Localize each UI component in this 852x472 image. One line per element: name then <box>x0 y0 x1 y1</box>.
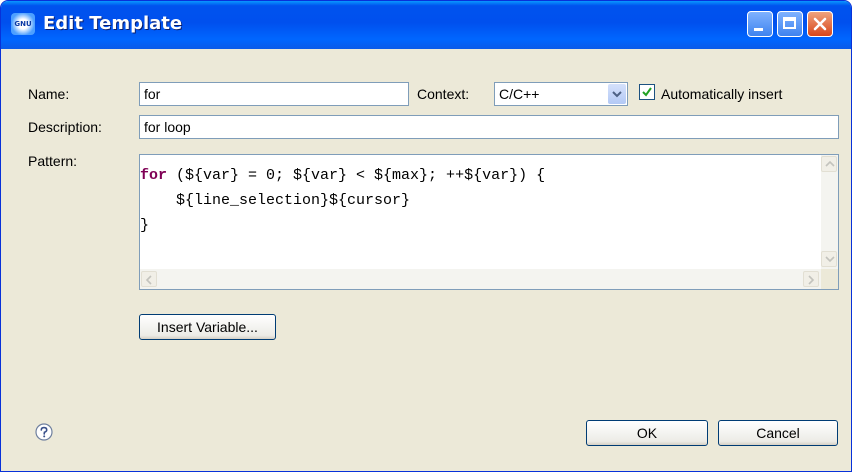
name-field[interactable]: for <box>139 82 409 106</box>
code-text: ${line_selection}${cursor} <box>140 192 411 209</box>
vertical-scrollbar[interactable] <box>821 155 838 269</box>
description-label: Description: <box>28 119 102 135</box>
close-button[interactable] <box>807 11 833 37</box>
chevron-down-icon <box>612 91 622 98</box>
context-dropdown[interactable]: C/C++ <box>494 82 628 106</box>
app-icon: GNU <box>11 13 35 35</box>
dropdown-arrow-button[interactable] <box>608 84 626 104</box>
dialog-body: Name: for Context: C/C++ Automatically i… <box>1 49 851 471</box>
checkmark-icon <box>642 87 652 97</box>
title-bar[interactable]: GNU Edit Template <box>1 1 851 49</box>
context-label: Context: <box>417 86 470 102</box>
scroll-left-button[interactable] <box>141 271 157 287</box>
maximize-button[interactable] <box>777 11 803 37</box>
code-line: } <box>140 213 545 238</box>
context-selected-value: C/C++ <box>499 86 540 102</box>
scrollbar-corner <box>821 269 838 289</box>
chevron-up-icon <box>825 160 835 167</box>
ok-button[interactable]: OK <box>586 420 708 446</box>
scroll-right-button[interactable] <box>803 271 819 287</box>
close-icon <box>813 17 827 31</box>
code-text: (${var} = 0; ${var} < ${max}; ++${var}) … <box>167 167 546 184</box>
window-title: Edit Template <box>43 13 183 34</box>
scroll-up-button[interactable] <box>821 156 837 172</box>
automatically-insert-checkbox[interactable] <box>639 84 655 100</box>
code-keyword: for <box>140 167 168 184</box>
chevron-left-icon <box>145 275 152 285</box>
automatically-insert-label[interactable]: Automatically insert <box>661 86 782 102</box>
code-line: ${line_selection}${cursor} <box>140 188 545 213</box>
pattern-editor[interactable]: for (${var} = 0; ${var} < ${max}; ++${va… <box>139 154 839 290</box>
cancel-button[interactable]: Cancel <box>718 420 838 446</box>
code-text: } <box>140 217 150 234</box>
code-line: for (${var} = 0; ${var} < ${max}; ++${va… <box>140 163 545 188</box>
horizontal-scrollbar[interactable] <box>140 269 821 289</box>
pattern-label: Pattern: <box>28 153 78 169</box>
scroll-down-button[interactable] <box>821 251 837 267</box>
chevron-right-icon <box>808 275 815 285</box>
pattern-code[interactable]: for (${var} = 0; ${var} < ${max}; ++${va… <box>140 163 545 238</box>
insert-variable-button[interactable]: Insert Variable... <box>139 314 276 340</box>
name-label: Name: <box>28 86 70 102</box>
help-icon[interactable] <box>35 423 53 441</box>
edit-template-dialog: GNU Edit Template Name: for Context: C/C… <box>0 0 852 472</box>
minimize-button[interactable] <box>747 11 773 37</box>
chevron-down-icon <box>825 256 835 263</box>
description-field[interactable]: for loop <box>139 115 839 139</box>
